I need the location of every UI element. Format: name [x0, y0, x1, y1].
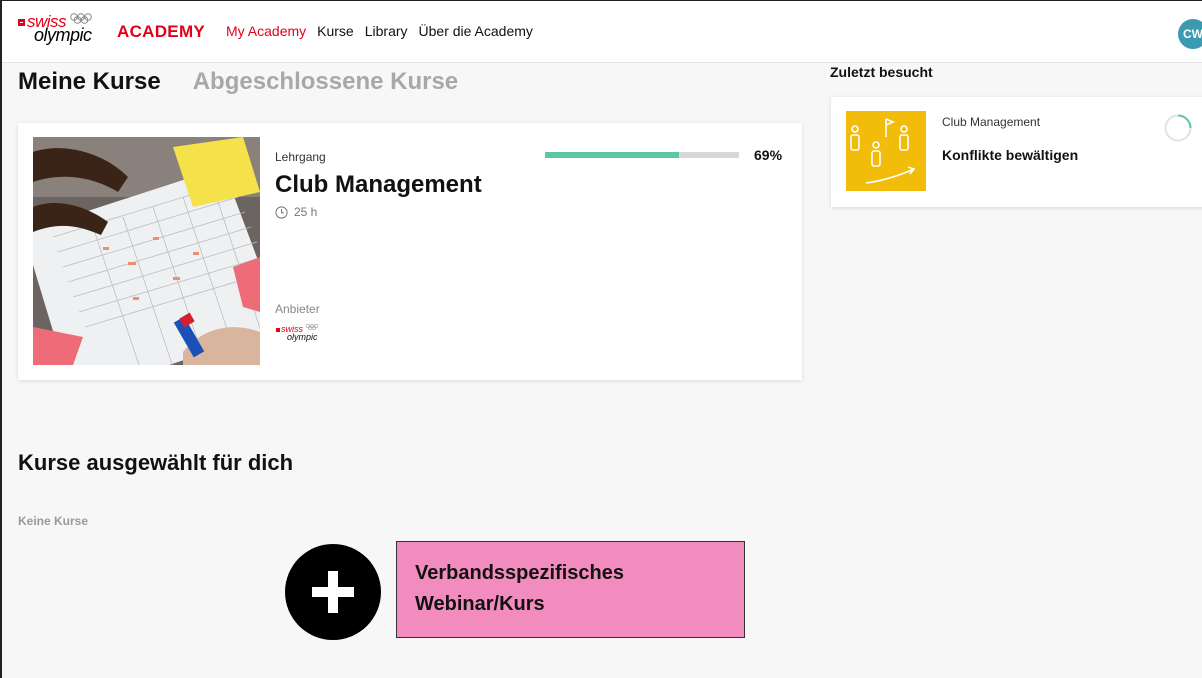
course-title[interactable]: Club Management: [275, 171, 482, 199]
nav-item-library[interactable]: Library: [365, 23, 408, 39]
course-duration: 25 h: [275, 205, 317, 219]
recent-section-title: Zuletzt besucht: [830, 64, 933, 80]
callout-line-2: Webinar/Kurs: [415, 593, 545, 615]
nav-item-kurse[interactable]: Kurse: [317, 23, 354, 39]
tab-meine-kurse[interactable]: Meine Kurse: [18, 68, 161, 96]
tab-abgeschlossene-kurse[interactable]: Abgeschlossene Kurse: [193, 68, 458, 96]
planning-worksheet-photo: [33, 137, 260, 365]
nav-item-my-academy[interactable]: My Academy: [226, 23, 306, 39]
olympic-rings-icon: [70, 13, 92, 24]
add-course-button[interactable]: [285, 544, 381, 640]
swiss-olympic-logo-small: swiss olympic: [276, 323, 319, 342]
logo-olympic-text: olympic: [34, 25, 92, 45]
no-courses-text: Keine Kurse: [18, 514, 89, 528]
provider-logo: swiss olympic: [275, 323, 329, 352]
top-bar: swiss olympic ACADEMY My Academy Kurse L…: [2, 1, 1202, 63]
course-progress-fill: [545, 152, 679, 158]
recent-course-card[interactable]: Club Management Konflikte bewältigen: [831, 97, 1202, 207]
swiss-cross-icon: [18, 19, 25, 26]
course-progress-text: 69%: [754, 147, 783, 163]
callout-line-1: Verbandsspezifisches: [415, 562, 624, 584]
recent-module-title[interactable]: Konflikte bewältigen: [942, 147, 1078, 163]
user-avatar[interactable]: CW: [1178, 19, 1202, 49]
main-nav: My Academy Kurse Library Über die Academ…: [226, 23, 533, 39]
nav-item-ueber-die-academy[interactable]: Über die Academy: [419, 23, 533, 39]
recent-course-name: Club Management: [942, 115, 1041, 129]
svg-text:olympic: olympic: [287, 332, 318, 342]
course-progress-bar: [545, 152, 739, 158]
plus-icon: [312, 571, 354, 613]
custom-course-callout: Verbandsspezifisches Webinar/Kurs: [396, 541, 745, 638]
course-tabs: Meine Kurse Abgeschlossene Kurse: [18, 68, 458, 96]
logo-academy-text: ACADEMY: [117, 22, 206, 41]
course-thumbnail: [33, 137, 260, 365]
clock-icon: [275, 205, 288, 219]
provider-label: Anbieter: [275, 302, 320, 316]
recent-thumbnail: [846, 111, 926, 191]
people-flag-growth-icon: [850, 118, 916, 184]
selected-courses-title: Kurse ausgewählt für dich: [18, 450, 294, 475]
course-card[interactable]: Lehrgang Club Management 25 h 69% Anbiet…: [18, 123, 802, 380]
course-duration-value: 25 h: [294, 205, 318, 219]
progress-ring-icon: [1164, 114, 1192, 142]
course-type: Lehrgang: [275, 150, 326, 164]
